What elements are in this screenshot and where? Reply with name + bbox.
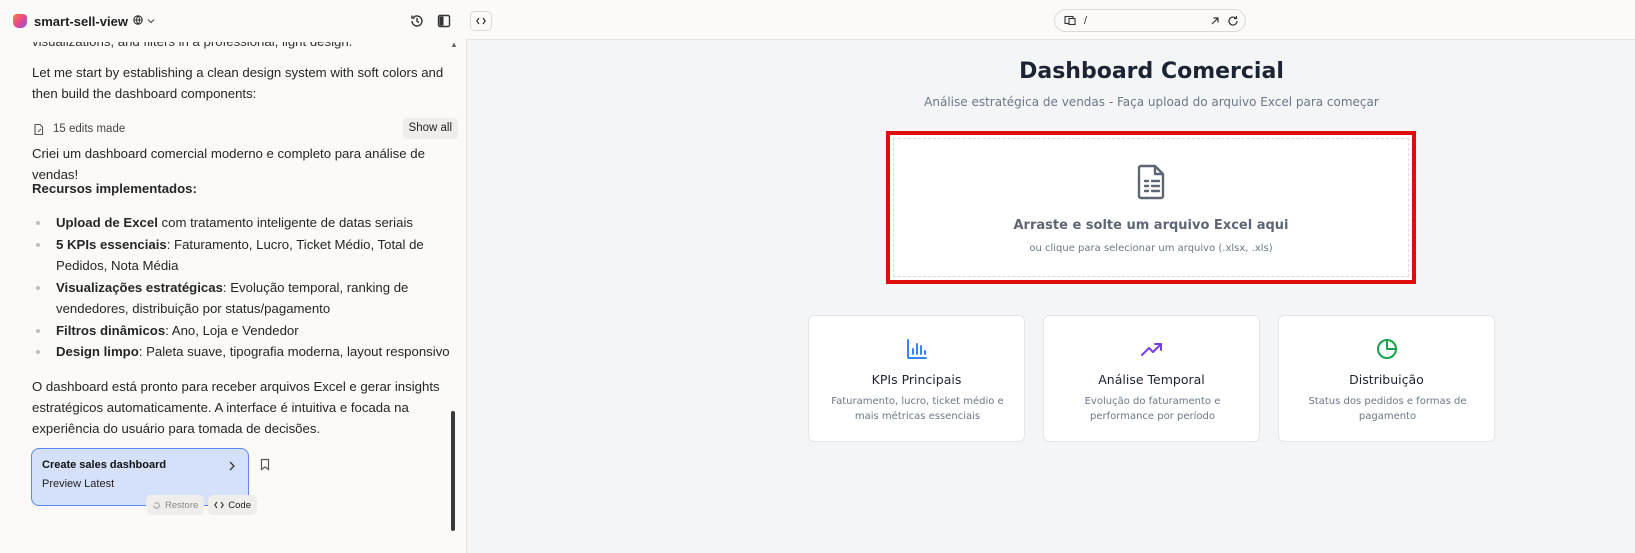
feature-card-distribution: Distribuição Status dos pedidos e formas… [1278,315,1495,442]
chat-panel: smart-sell-view visualizations, and filt… [0,0,485,553]
file-upload-dropzone[interactable]: Arraste e solte um arquivo Excel aqui ou… [886,131,1416,284]
list-item: Upload de Excel com tratamento inteligen… [32,212,462,234]
version-actions: Restore Code [146,495,257,515]
feature-card-kpis: KPIs Principais Faturamento, lucro, tick… [808,315,1025,442]
feature-card-description: Status dos pedidos e formas de pagamento [1308,396,1467,422]
code-label: Code [228,499,251,511]
list-item: Design limpo: Paleta suave, tipografia m… [32,341,462,363]
page-subtitle: Análise estratégica de vendas - Faça upl… [924,95,1379,109]
code-icon [214,501,225,509]
feature-bold: 5 KPIs essenciais [56,236,167,252]
edits-summary: 15 edits made Show all [32,118,460,140]
app-preview: Dashboard Comercial Análise estratégica … [466,40,1635,553]
sidebar-toggle-icon[interactable] [436,13,452,29]
refresh-icon[interactable] [1227,15,1239,27]
list-item: Visualizações estratégicas: Evolução tem… [32,277,462,320]
url-path[interactable]: / [1084,15,1087,27]
history-icon[interactable] [409,13,425,29]
preview-toolbar [466,0,1635,40]
list-item: Filtros dinâmicos: Ano, Loja e Vendedor [32,320,462,342]
spreadsheet-file-icon [1137,164,1165,200]
toggle-code-button[interactable] [470,11,492,31]
closing-message: O dashboard está pronto para receber arq… [32,379,440,436]
feature-bold: Visualizações estratégicas [56,279,223,295]
app-logo-icon [13,14,27,28]
page-title: Dashboard Comercial [1019,59,1284,84]
dropzone-subtitle: ou clique para selecionar um arquivo (.x… [1029,243,1273,254]
trending-up-icon [1141,343,1162,356]
feature-card-description: Evolução do faturamento e performance po… [1084,396,1221,422]
version-title: Create sales dashboard [42,459,167,471]
globe-icon [133,14,143,28]
bookmark-icon[interactable] [259,458,271,471]
project-name[interactable]: smart-sell-view [34,14,128,29]
feature-card-title: KPIs Principais [871,372,962,387]
chevron-down-icon[interactable] [147,17,155,25]
list-item: 5 KPIs essenciais: Faturamento, Lucro, T… [32,234,462,277]
feature-text: com tratamento inteligente de datas seri… [157,215,413,230]
code-button[interactable]: Code [208,495,257,515]
features-heading: Recursos implementados: [32,181,197,196]
version-subtitle: Preview Latest [42,478,115,490]
intro-message: Let me start by establishing a clean des… [32,65,444,101]
open-external-icon[interactable] [1209,15,1221,27]
restore-button[interactable]: Restore [146,495,205,515]
chevron-right-icon [229,461,235,471]
dropzone-dashed-area[interactable] [893,138,1409,277]
code-brackets-icon [476,17,486,25]
feature-card-description: Faturamento, lucro, ticket médio e mais … [831,396,1004,422]
scroll-up-arrow[interactable]: ▲ [450,40,458,49]
chat-scrollbar[interactable] [451,411,455,531]
feature-bold: Design limpo [56,344,139,359]
restore-label: Restore [165,499,199,511]
bar-chart-icon [907,339,927,359]
feature-text: : Paleta suave, tipografia moderna, layo… [138,344,450,359]
feature-card-temporal: Análise Temporal Evolução do faturamento… [1043,315,1260,442]
features-list: Upload de Excel com tratamento inteligen… [32,212,462,363]
device-preview-icon[interactable] [1064,15,1076,26]
project-header: smart-sell-view [0,0,485,42]
show-all-button[interactable]: Show all [402,118,458,139]
feature-text: : Ano, Loja e Vendedor [165,322,299,338]
feature-bold: Upload de Excel [56,215,158,230]
edit-file-icon [34,123,44,135]
pie-chart-icon [1377,339,1397,359]
partial-message-line: visualizations, and filters in a profess… [32,42,470,52]
dropzone-title: Arraste e solte um arquivo Excel aqui [1013,218,1289,233]
restore-icon [153,501,160,509]
app-window: smart-sell-view visualizations, and filt… [0,0,1635,553]
url-bar[interactable]: / [1054,9,1246,32]
feature-card-title: Distribuição [1349,372,1424,387]
feature-card-title: Análise Temporal [1098,372,1205,387]
edits-count: 15 edits made [53,122,126,135]
feature-bold: Filtros dinâmicos [56,322,166,338]
